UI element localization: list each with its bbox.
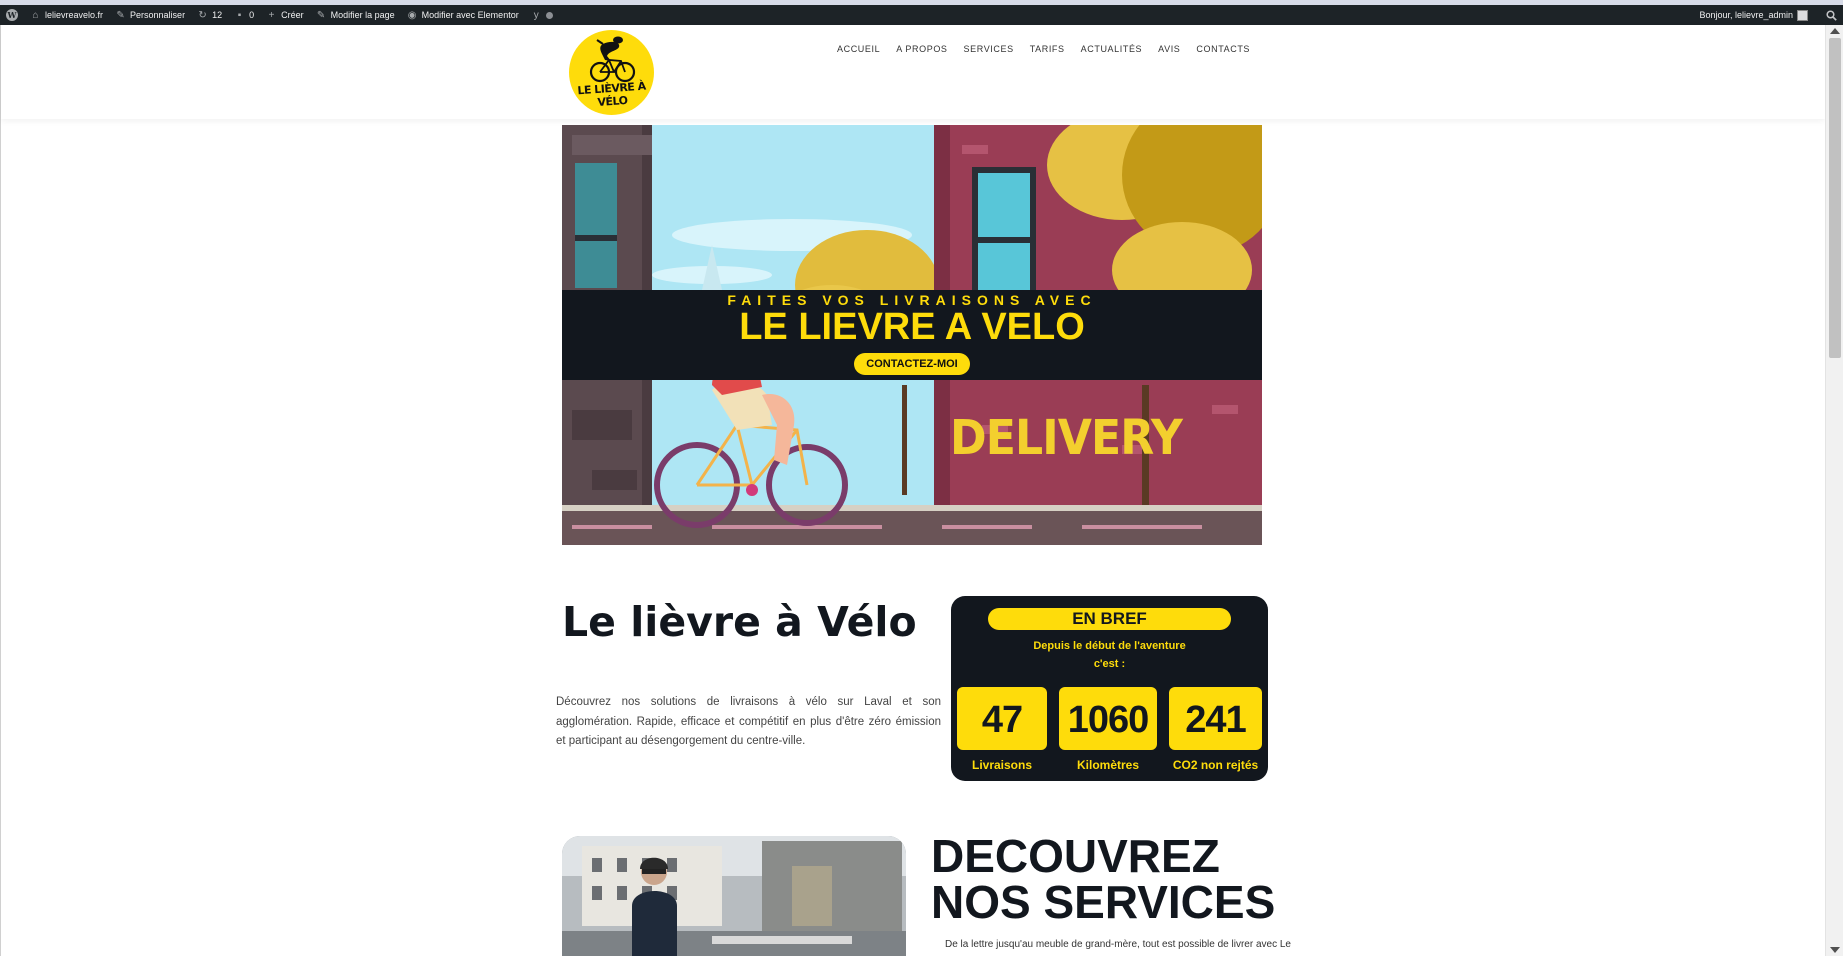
admin-customize-link[interactable]: ✎ Personnaliser <box>109 5 191 25</box>
yoast-icon: y <box>533 9 539 21</box>
updates-icon: ↻ <box>198 9 207 21</box>
admin-site-link[interactable]: ⌂ lelievreavelo.fr <box>24 5 109 25</box>
stat-label: Kilomètres <box>1076 758 1140 772</box>
scroll-up-arrow-icon[interactable] <box>1830 28 1840 34</box>
stat-co2: 241 CO2 non rejtés <box>1169 687 1264 772</box>
seo-status-dot-icon <box>545 11 553 19</box>
nav-services[interactable]: SERVICES <box>956 39 1022 59</box>
admin-edit-page-link[interactable]: ✎ Modifier la page <box>310 5 401 25</box>
admin-elementor-label: Modifier avec Elementor <box>421 10 519 20</box>
main-navigation: ACCUEIL A PROPOS SERVICES TARIFS ACTUALI… <box>829 39 1258 59</box>
admin-yoast-link[interactable]: y <box>525 5 559 25</box>
services-title: DECOUVREZ NOS SERVICES <box>931 833 1275 925</box>
admin-comments-count: 0 <box>249 10 255 20</box>
admin-edit-page-label: Modifier la page <box>330 10 395 20</box>
site-header: LE LIÈVRE À VÉLO ACCUEIL A PROPOS SERVIC… <box>1 25 1825 119</box>
stat-label: Livraisons <box>971 758 1033 772</box>
scrollbar-thumb[interactable] <box>1829 38 1841 358</box>
nav-accueil[interactable]: ACCUEIL <box>829 39 888 59</box>
en-bref-card: EN BREF Depuis le début de l'aventure c'… <box>951 596 1268 781</box>
search-icon <box>1826 9 1837 21</box>
browser-viewport: W ⌂ lelievreavelo.fr ✎ Personnaliser ↻ 1… <box>0 0 1843 956</box>
admin-updates-link[interactable]: ↻ 12 <box>191 5 228 25</box>
wp-admin-bar: W ⌂ lelievreavelo.fr ✎ Personnaliser ↻ 1… <box>0 5 1843 25</box>
hero-overlay-band: FAITES VOS LIVRAISONS AVEC LE LIEVRE A V… <box>562 290 1262 380</box>
admin-search-button[interactable] <box>1820 5 1843 25</box>
stat-value: 1060 <box>1059 687 1157 750</box>
page-scrollbar[interactable] <box>1825 25 1843 956</box>
services-title-line1: DECOUVREZ <box>931 830 1220 882</box>
intro-title: Le lièvre à Vélo <box>562 598 917 646</box>
scroll-down-arrow-icon[interactable] <box>1830 947 1840 953</box>
en-bref-subtitle-line2: c'est : <box>1093 658 1126 670</box>
admin-updates-count: 12 <box>212 10 223 20</box>
stat-livraisons: 47 Livraisons <box>957 687 1047 772</box>
services-description: De la lettre jusqu'au meuble de grand-mè… <box>945 939 1291 950</box>
hero-banner: DELIVERY FAITES VOS LIVRAISONS AVEC LE L… <box>562 125 1262 545</box>
services-title-line2: NOS SERVICES <box>931 876 1276 928</box>
brush-icon: ✎ <box>116 9 125 21</box>
contact-me-button[interactable]: CONTACTEZ-MOI <box>854 353 970 375</box>
en-bref-subtitle-line1: Depuis le début de l'aventure <box>1033 640 1186 652</box>
logo-wordmark: LE LIÈVRE À VÉLO <box>577 79 647 110</box>
en-bref-title: EN BREF <box>988 608 1231 630</box>
nav-actualites[interactable]: ACTUALITÉS <box>1073 39 1151 59</box>
admin-site-name: lelievreavelo.fr <box>45 10 104 20</box>
hero-title: LE LIEVRE A VELO <box>739 306 1085 348</box>
en-bref-subtitle: Depuis le début de l'aventure c'est : <box>951 637 1268 673</box>
admin-comments-link[interactable]: ▪ 0 <box>228 5 260 25</box>
plus-icon: + <box>268 9 275 21</box>
site-logo[interactable]: LE LIÈVRE À VÉLO <box>569 30 654 115</box>
page-left-border <box>0 25 1 956</box>
stat-value: 241 <box>1169 687 1262 750</box>
admin-customize-label: Personnaliser <box>130 10 186 20</box>
wp-logo-menu[interactable]: W <box>0 5 24 25</box>
elementor-icon: ◉ <box>407 9 417 21</box>
stat-label: CO2 non rejtés <box>1172 758 1259 772</box>
stat-value: 47 <box>957 687 1047 750</box>
comment-icon: ▪ <box>237 9 242 21</box>
nav-avis[interactable]: AVIS <box>1150 39 1188 59</box>
services-photo <box>562 836 906 956</box>
admin-new-label: Créer <box>281 10 304 20</box>
admin-greeting: Bonjour, lelievre_admin <box>1699 10 1793 20</box>
admin-account-menu[interactable]: Bonjour, lelievre_admin <box>1693 5 1820 25</box>
stat-kilometres: 1060 Kilomètres <box>1059 687 1159 772</box>
nav-contacts[interactable]: CONTACTS <box>1188 39 1258 59</box>
nav-tarifs[interactable]: TARIFS <box>1022 39 1073 59</box>
illustration-delivery-text: DELIVERY <box>950 410 1183 466</box>
intro-description: Découvrez nos solutions de livraisons à … <box>556 696 941 747</box>
home-icon: ⌂ <box>32 9 39 21</box>
avatar <box>1797 9 1808 21</box>
wordpress-icon: W <box>6 9 18 21</box>
nav-a-propos[interactable]: A PROPOS <box>888 39 955 59</box>
pencil-icon: ✎ <box>316 9 326 21</box>
admin-new-link[interactable]: + Créer <box>260 5 310 25</box>
courier-photo-image <box>562 836 906 956</box>
admin-elementor-link[interactable]: ◉ Modifier avec Elementor <box>401 5 525 25</box>
